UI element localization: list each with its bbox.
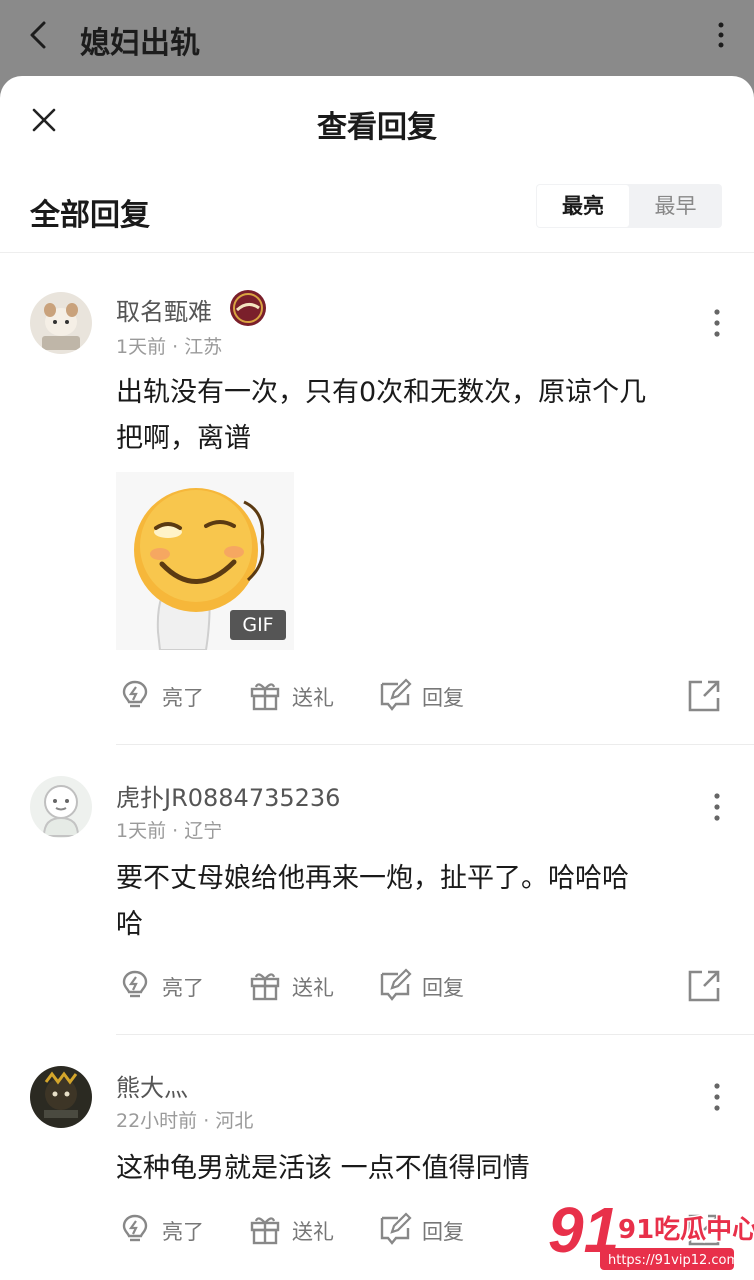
- gift-button[interactable]: 送礼: [248, 966, 348, 1006]
- watermark-url: https://91vip12.com: [608, 1253, 739, 1268]
- watermark-logo: 91 91吃瓜中心 https://91vip12.com: [548, 1193, 754, 1270]
- avatar[interactable]: [30, 776, 92, 838]
- topbar: 媳妇出轨: [0, 0, 754, 76]
- comment-text-line: 出轨没有一次，只有0次和无数次，原谅个几: [116, 377, 647, 408]
- divider: [116, 744, 754, 745]
- sheet-header: 查看回复: [0, 76, 754, 166]
- comment-time: 1天前: [116, 336, 167, 358]
- gift-icon: [250, 683, 280, 711]
- comment-location: 辽宁: [184, 820, 223, 842]
- reply-button[interactable]: 回复: [378, 966, 478, 1006]
- reply-button[interactable]: 回复: [378, 1210, 478, 1250]
- gift-label: 送礼: [292, 686, 334, 710]
- more-vertical-icon[interactable]: [710, 792, 724, 822]
- share-icon[interactable]: [686, 968, 722, 1004]
- meta-separator: ·: [172, 820, 179, 842]
- gift-icon: [250, 1217, 280, 1245]
- sort-toggle: 最亮 最早: [536, 184, 722, 228]
- comment-text: 这种龟男就是活该 一点不值得同情: [116, 1146, 726, 1192]
- like-label: 亮了: [162, 686, 204, 710]
- username[interactable]: 取名甄难: [116, 292, 212, 327]
- comment-text: 要不丈母娘给他再来一炮，扯平了。哈哈哈 哈: [116, 856, 726, 948]
- reply-label: 回复: [422, 976, 464, 1000]
- edit-reply-icon: [380, 1212, 412, 1245]
- username[interactable]: 熊大灬: [116, 1068, 188, 1103]
- comment-location: 江苏: [184, 336, 223, 358]
- avatar[interactable]: [30, 1066, 92, 1128]
- comment-location: 河北: [215, 1110, 254, 1132]
- lightbulb-icon: [122, 1214, 148, 1242]
- gift-button[interactable]: 送礼: [248, 676, 348, 716]
- share-icon[interactable]: [686, 678, 722, 714]
- watermark-brand: 91吃瓜中心: [618, 1215, 754, 1245]
- comment-meta: 1天前 · 江苏: [116, 332, 222, 359]
- team-badge-icon: [230, 290, 266, 326]
- lightbulb-icon: [122, 970, 148, 998]
- edit-reply-icon: [380, 968, 412, 1001]
- reply-label: 回复: [422, 1220, 464, 1244]
- sheet-title: 查看回复: [317, 110, 437, 145]
- gif-label: GIF: [230, 610, 286, 640]
- like-label: 亮了: [162, 1220, 204, 1244]
- gift-label: 送礼: [292, 1220, 334, 1244]
- gift-label: 送礼: [292, 976, 334, 1000]
- comment-actions: 亮了 送礼 回复: [0, 966, 754, 1006]
- divider: [116, 1034, 754, 1035]
- page-title: 媳妇出轨: [80, 26, 200, 61]
- sort-option-earliest[interactable]: 最早: [629, 184, 722, 228]
- more-vertical-icon[interactable]: [710, 308, 724, 338]
- edit-reply-icon: [380, 678, 412, 711]
- like-button[interactable]: 亮了: [118, 1210, 218, 1250]
- avatar[interactable]: [30, 292, 92, 354]
- more-vertical-icon[interactable]: [710, 1082, 724, 1112]
- comment-text-line: 哈: [116, 909, 143, 940]
- comment-text-line: 这种龟男就是活该 一点不值得同情: [116, 1153, 530, 1184]
- reply-label: 回复: [422, 686, 464, 710]
- like-label: 亮了: [162, 976, 204, 1000]
- comment-time: 1天前: [116, 820, 167, 842]
- lightbulb-icon: [122, 680, 148, 708]
- gift-button[interactable]: 送礼: [248, 1210, 348, 1250]
- like-button[interactable]: 亮了: [118, 676, 218, 716]
- like-button[interactable]: 亮了: [118, 966, 218, 1006]
- username[interactable]: 虎扑JR0884735236: [116, 778, 340, 813]
- reply-button[interactable]: 回复: [378, 676, 478, 716]
- comment-actions: 亮了 送礼 回复: [0, 676, 754, 716]
- section-header: 全部回复 最亮 最早: [0, 174, 754, 253]
- more-vertical-icon[interactable]: [714, 22, 728, 48]
- all-replies-title: 全部回复: [30, 198, 150, 233]
- sort-option-brightest[interactable]: 最亮: [537, 185, 629, 227]
- back-arrow-icon[interactable]: [24, 19, 52, 51]
- comment-text-line: 要不丈母娘给他再来一炮，扯平了。哈哈哈: [116, 863, 629, 894]
- comment-text: 出轨没有一次，只有0次和无数次，原谅个几 把啊，离谱: [116, 370, 726, 462]
- gift-icon: [250, 973, 280, 1001]
- comment-time: 22小时前: [116, 1110, 198, 1132]
- gif-image[interactable]: GIF: [116, 472, 294, 650]
- meta-separator: ·: [172, 336, 179, 358]
- comment-meta: 1天前 · 辽宁: [116, 816, 222, 843]
- reply-sheet: 查看回复 全部回复 最亮 最早 取名甄难 1天前 · 江苏 出轨没有一次，只有0…: [0, 76, 754, 1280]
- comment-text-line: 把啊，离谱: [116, 423, 251, 454]
- comment-meta: 22小时前 · 河北: [116, 1106, 253, 1133]
- meta-separator: ·: [203, 1110, 210, 1132]
